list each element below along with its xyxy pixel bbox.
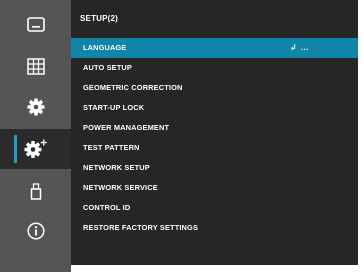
sidebar-item-picture[interactable] <box>0 4 71 44</box>
picture-icon <box>26 16 45 32</box>
usb-icon <box>30 182 41 200</box>
menu-item-label: GEOMETRIC CORRECTION <box>83 83 183 92</box>
menu-item-start-up-lock[interactable]: START-UP LOCK <box>71 98 358 118</box>
menu-item-label: NETWORK SETUP <box>83 163 150 172</box>
menu-item-label: NETWORK SERVICE <box>83 183 158 192</box>
gear-icon <box>27 98 44 116</box>
sidebar-item-grid[interactable] <box>0 46 71 86</box>
page-title: SETUP(2) <box>80 14 119 23</box>
sidebar-item-info[interactable] <box>0 211 71 251</box>
sidebar <box>0 0 71 272</box>
menu-item-power-management[interactable]: POWER MANAGEMENT <box>71 118 358 138</box>
info-icon <box>26 222 45 240</box>
menu-item-network-service[interactable]: NETWORK SERVICE <box>71 178 358 198</box>
menu-item-geometric-correction[interactable]: GEOMETRIC CORRECTION <box>71 78 358 98</box>
menu-item-label: START-UP LOCK <box>83 103 145 112</box>
menu-item-network-setup[interactable]: NETWORK SETUP <box>71 158 358 178</box>
gear-plus-icon <box>24 139 47 158</box>
more-indicator: ... <box>300 43 310 52</box>
enter-icon: ↲ <box>290 43 297 52</box>
sidebar-item-setup-2[interactable] <box>0 129 71 169</box>
active-indicator <box>14 135 17 163</box>
menu-list: LANGUAGE ↲... AUTO SETUP GEOMETRIC CORRE… <box>71 38 358 238</box>
menu-item-label: LANGUAGE <box>83 43 127 52</box>
menu-panel: SETUP(2) LANGUAGE ↲... AUTO SETUP GEOMET… <box>71 0 358 265</box>
menu-item-label: POWER MANAGEMENT <box>83 123 170 132</box>
enter-hint: ↲... <box>290 38 309 58</box>
sidebar-item-usb[interactable] <box>0 171 71 211</box>
menu-item-label: TEST PATTERN <box>83 143 140 152</box>
menu-item-auto-setup[interactable]: AUTO SETUP <box>71 58 358 78</box>
menu-item-restore-factory-settings[interactable]: RESTORE FACTORY SETTINGS <box>71 218 358 238</box>
menu-item-label: CONTROL ID <box>83 203 131 212</box>
menu-item-label: RESTORE FACTORY SETTINGS <box>83 223 199 232</box>
grid-icon <box>26 57 45 75</box>
osd-menu-window: SETUP(2) LANGUAGE ↲... AUTO SETUP GEOMET… <box>0 0 364 272</box>
sidebar-item-setup[interactable] <box>0 87 71 127</box>
right-border <box>358 0 364 272</box>
bottom-border <box>71 265 364 272</box>
menu-item-test-pattern[interactable]: TEST PATTERN <box>71 138 358 158</box>
menu-item-label: AUTO SETUP <box>83 63 132 72</box>
menu-item-language[interactable]: LANGUAGE ↲... <box>71 38 358 58</box>
menu-item-control-id[interactable]: CONTROL ID <box>71 198 358 218</box>
